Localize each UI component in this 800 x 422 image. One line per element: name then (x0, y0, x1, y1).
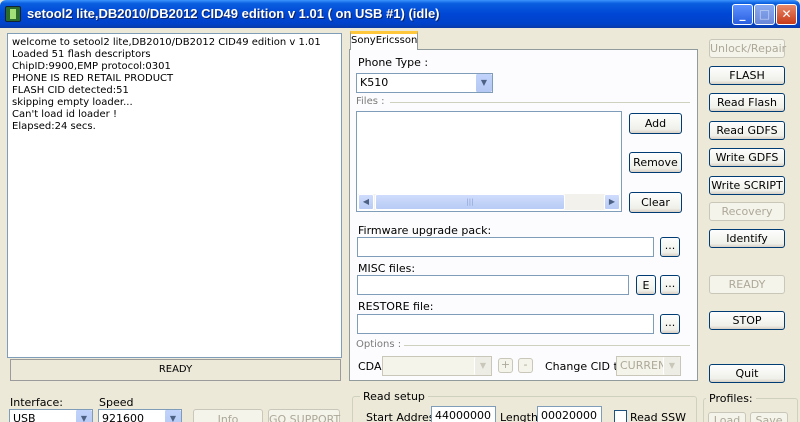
write-script-button[interactable]: Write SCRIPT (709, 176, 785, 195)
misc-files-input[interactable] (357, 275, 629, 295)
chevron-down-icon: ▼ (663, 357, 680, 375)
chevron-down-icon: ▼ (75, 410, 92, 422)
firmware-browse-button[interactable]: ... (660, 237, 680, 257)
profiles-save-button[interactable]: Save (750, 412, 788, 422)
cda-plus-button[interactable]: + (498, 358, 513, 373)
profiles-load-button[interactable]: Load (708, 412, 746, 422)
misc-edit-button[interactable]: E (636, 275, 656, 295)
scroll-right-icon[interactable]: ▶ (604, 194, 620, 210)
speed-label: Speed (99, 396, 134, 409)
change-cid-select[interactable]: CURRENT ▼ (616, 356, 681, 376)
restore-file-label: RESTORE file: (358, 300, 434, 313)
tab-sonyericsson[interactable]: SonyEricsson (350, 31, 418, 50)
app-icon (5, 6, 21, 22)
log-line: skipping empty loader... (12, 97, 133, 108)
quit-button[interactable]: Quit (709, 364, 785, 383)
log-output[interactable]: welcome to setool2 lite,DB2010/DB2012 CI… (7, 33, 342, 358)
speed-select[interactable]: 921600 ▼ (98, 409, 182, 422)
speed-value: 921600 (102, 412, 144, 422)
chevron-down-icon: ▼ (474, 357, 491, 375)
status-bar: READY (10, 359, 341, 381)
horizontal-scrollbar[interactable]: ◀ ||| ▶ (358, 194, 620, 210)
length-label: Length: (500, 411, 542, 422)
firmware-input[interactable] (357, 237, 654, 257)
phone-type-select[interactable]: K510 ▼ (356, 73, 493, 93)
read-ssw-checkbox[interactable] (614, 410, 627, 422)
recovery-button[interactable]: Recovery (709, 202, 785, 221)
interface-value: USB (13, 412, 36, 422)
identify-button[interactable]: Identify (709, 229, 785, 248)
log-line: welcome to setool2 lite,DB2010/DB2012 CI… (12, 37, 321, 48)
info-button[interactable]: Info (193, 409, 263, 422)
unlock-repair-button[interactable]: Unlock/Repair (709, 39, 786, 58)
read-flash-button[interactable]: Read Flash (709, 93, 785, 112)
cda-label: CDA (358, 360, 382, 373)
log-line: FLASH CID detected:51 (12, 85, 129, 96)
close-button[interactable]: ✕ (776, 4, 797, 25)
divider (390, 102, 690, 103)
read-ssw-label: Read SSW (630, 411, 686, 422)
phone-type-label: Phone Type : (358, 56, 429, 69)
flash-button[interactable]: FLASH (709, 66, 785, 85)
restore-browse-button[interactable]: ... (660, 314, 680, 334)
log-line: PHONE IS RED RETAIL PRODUCT (12, 73, 174, 84)
profiles-title: Profiles: (706, 392, 756, 405)
clear-button[interactable]: Clear (629, 192, 682, 213)
window-title: setool2 lite,DB2010/DB2012 CID49 edition… (27, 6, 440, 21)
files-list[interactable]: ◀ ||| ▶ (356, 111, 622, 212)
length-input[interactable]: 00020000 (537, 406, 602, 422)
options-label: Options : (356, 339, 402, 350)
title-bar: setool2 lite,DB2010/DB2012 CID49 edition… (0, 0, 800, 28)
change-cid-label: Change CID to (545, 360, 625, 373)
write-gdfs-button[interactable]: Write GDFS (709, 148, 785, 167)
scroll-left-icon[interactable]: ◀ (358, 194, 374, 210)
start-address-input[interactable]: 44000000 (431, 406, 496, 422)
files-label: Files : (356, 96, 385, 107)
log-text: welcome to setool2 lite,DB2010/DB2012 CI… (12, 37, 321, 133)
stop-button[interactable]: STOP (709, 311, 785, 330)
cda-select[interactable]: ▼ (382, 356, 492, 376)
misc-browse-button[interactable]: ... (660, 275, 680, 295)
log-line: Loaded 51 flash descriptors (12, 49, 151, 60)
interface-select[interactable]: USB ▼ (9, 409, 93, 422)
go-support-button[interactable]: GO SUPPORT (268, 409, 340, 422)
maximize-button[interactable]: □ (754, 4, 775, 25)
remove-button[interactable]: Remove (629, 152, 682, 173)
read-gdfs-button[interactable]: Read GDFS (709, 121, 785, 140)
scroll-thumb[interactable]: ||| (375, 194, 565, 210)
cda-minus-button[interactable]: - (518, 358, 533, 373)
misc-files-label: MISC files: (358, 262, 416, 275)
firmware-label: Firmware upgrade pack: (358, 224, 492, 237)
interface-label: Interface: (10, 396, 63, 409)
divider (404, 345, 690, 346)
log-line: Can't load id loader ! (12, 109, 117, 120)
add-button[interactable]: Add (629, 113, 682, 134)
log-line: ChipID:9900,EMP protocol:0301 (12, 61, 171, 72)
log-line: Elapsed:24 secs. (12, 121, 96, 132)
phone-type-value: K510 (360, 76, 389, 89)
read-setup-title: Read setup (360, 390, 428, 403)
minimize-button[interactable]: _ (732, 4, 753, 25)
restore-file-input[interactable] (357, 314, 654, 334)
chevron-down-icon: ▼ (164, 410, 181, 422)
ready-button[interactable]: READY (709, 275, 785, 294)
chevron-down-icon: ▼ (475, 74, 492, 92)
